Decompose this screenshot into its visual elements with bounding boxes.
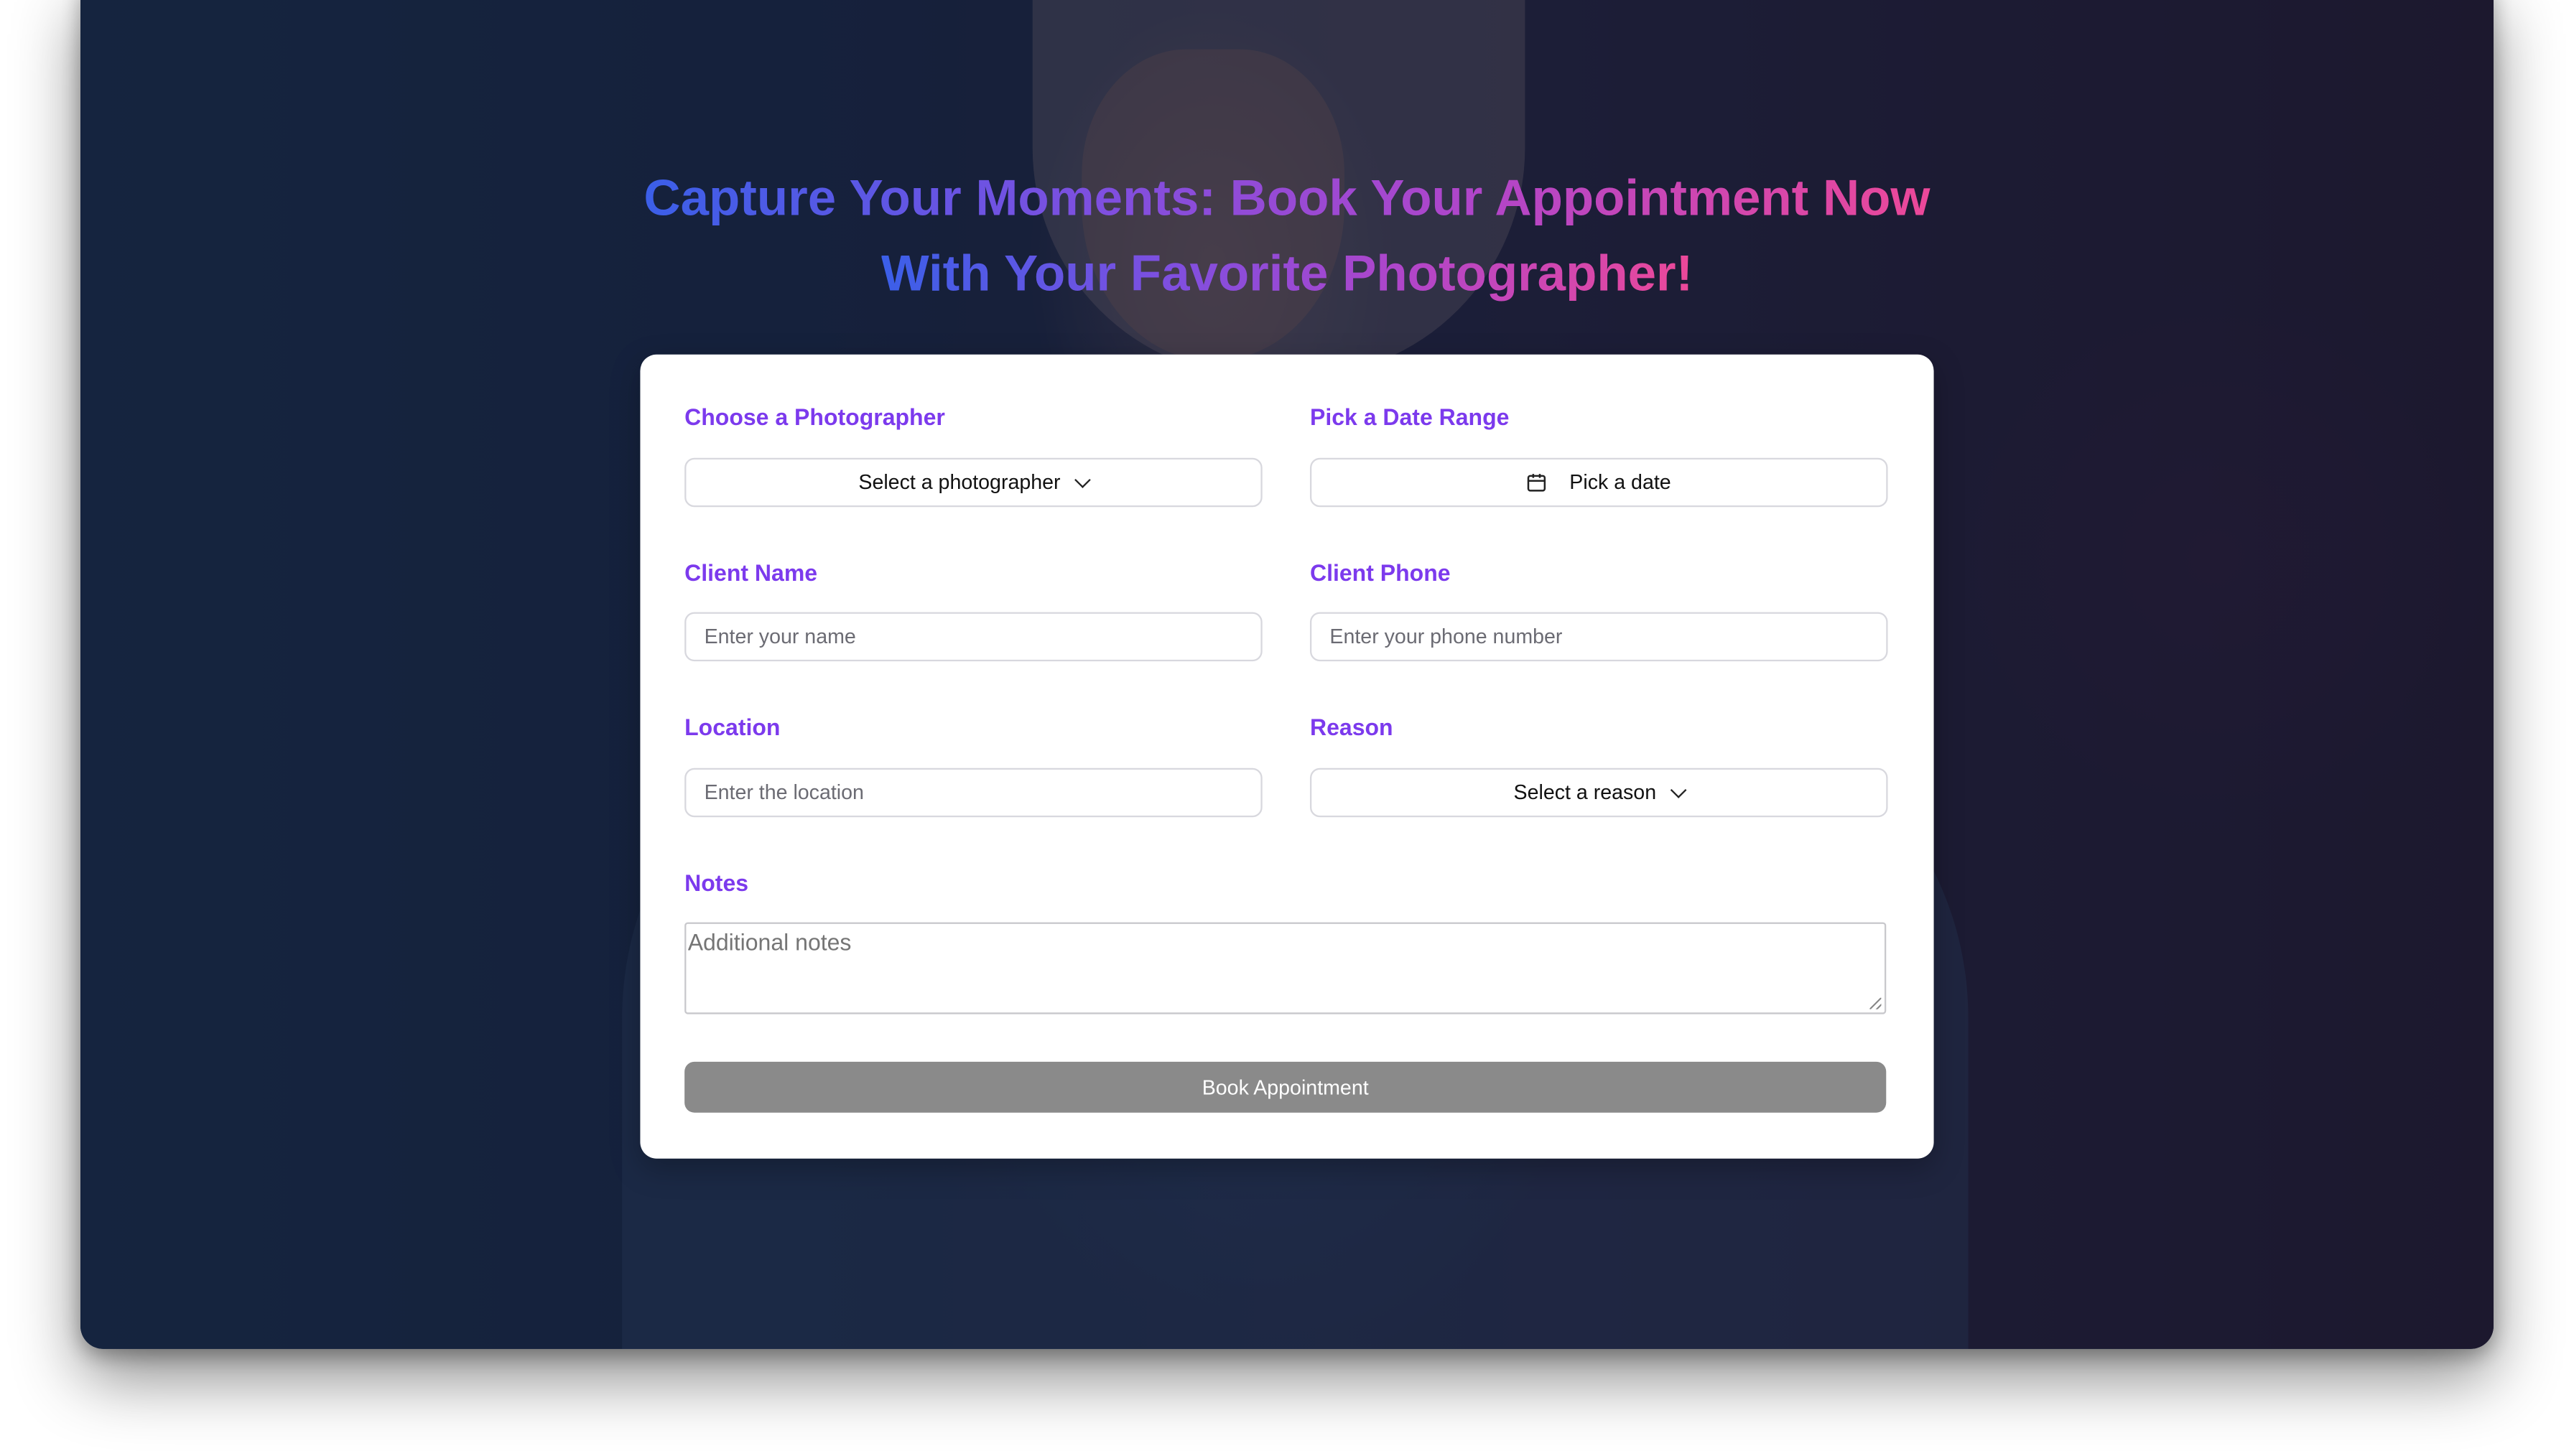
client-phone-input[interactable] [1311, 613, 1887, 660]
resize-handle-icon[interactable] [1869, 997, 1882, 1009]
hero-title-line1: Capture Your Moments: Book Your Appointm… [644, 169, 1930, 227]
location-label: Location [684, 714, 781, 740]
browser-window: Capture Your Moments: Book Your Appointm… [80, 0, 2494, 1349]
reason-label: Reason [1309, 714, 1393, 740]
reason-select-value: Select a reason [1513, 780, 1657, 804]
stage: Capture Your Moments: Book Your Appointm… [0, 0, 2574, 1455]
client-name-label: Client Name [684, 559, 818, 586]
client-phone-label: Client Phone [1309, 559, 1451, 586]
reason-select[interactable]: Select a reason [1309, 767, 1888, 818]
book-appointment-button[interactable]: Book Appointment [684, 1061, 1887, 1113]
hero-title: Capture Your Moments: Book Your Appointm… [80, 161, 2494, 312]
notes-field-wrapper [684, 922, 1887, 1014]
notes-textarea[interactable] [687, 928, 1883, 1008]
chevron-down-icon [1670, 781, 1687, 798]
photographer-label: Choose a Photographer [684, 403, 945, 430]
booking-form: Choose a Photographer Select a photograp… [640, 354, 1934, 1159]
date-picker-label: Pick a date [1569, 470, 1671, 494]
calendar-icon [1527, 474, 1546, 492]
photographer-select[interactable]: Select a photographer [684, 457, 1263, 508]
hero-title-line2: With Your Favorite Photographer! [881, 244, 1693, 302]
date-range-label: Pick a Date Range [1309, 403, 1510, 430]
location-input[interactable] [686, 769, 1261, 816]
client-name-input[interactable] [686, 613, 1261, 660]
client-name-field-wrapper [684, 612, 1263, 662]
client-phone-field-wrapper [1309, 612, 1888, 662]
notes-label: Notes [684, 869, 749, 896]
photographer-select-value: Select a photographer [858, 470, 1061, 494]
chevron-down-icon [1074, 471, 1091, 487]
date-picker-button[interactable]: Pick a date [1309, 457, 1888, 508]
location-field-wrapper [684, 767, 1263, 818]
